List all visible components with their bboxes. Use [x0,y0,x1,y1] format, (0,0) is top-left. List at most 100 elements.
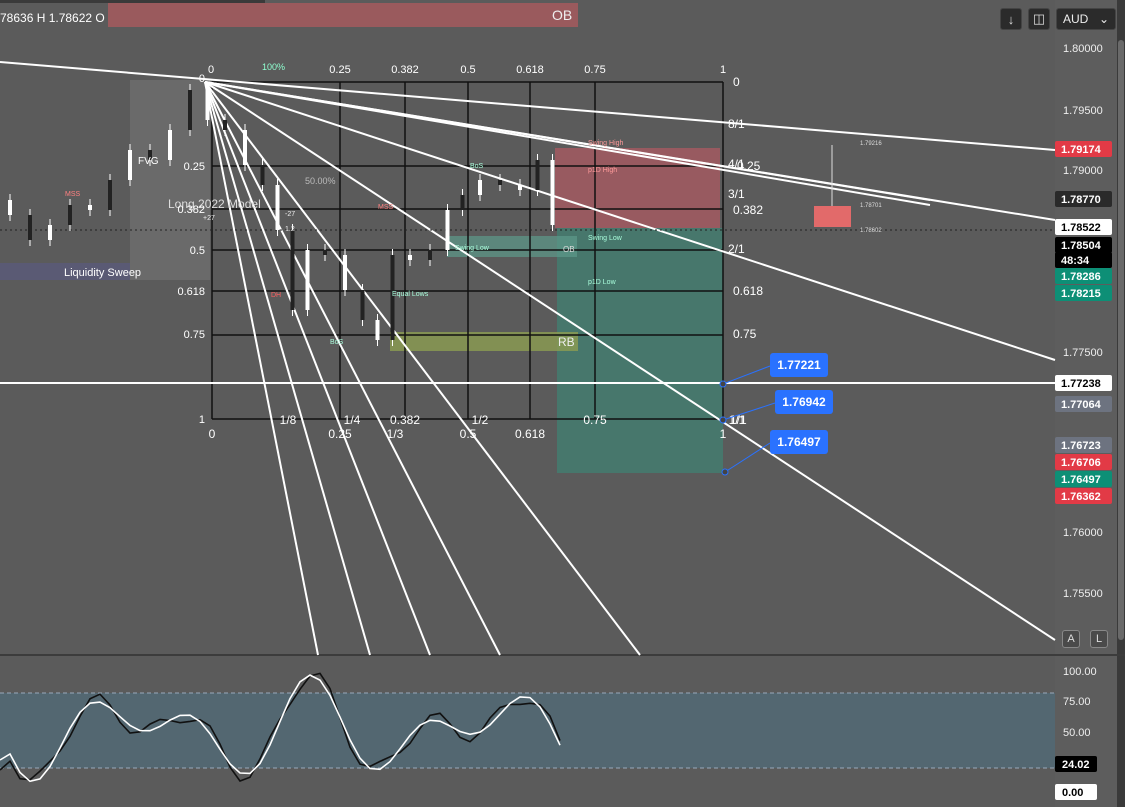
scrollbar-thumb [1118,40,1124,640]
candle-body [305,250,310,310]
fib-bottom-label: 0.618 [515,427,545,441]
mini-value: 1.79216 [860,141,882,147]
price-tag: 1.77064 [1061,399,1102,411]
candle-body [343,255,347,290]
mini-value: 1.78701 [860,203,882,209]
target-zone [557,228,723,473]
price-tag: 1.79174 [1061,144,1102,156]
candle-body [460,195,465,210]
osc-tag: 24.02 [1062,759,1090,771]
fib-bottom-label: 1/4 [344,413,361,427]
pct-100-label: 100% [262,62,285,72]
fib-left-label: 0.5 [190,245,205,257]
auto-scale-button[interactable]: A [1062,630,1080,648]
fib-top-label: 1 [720,64,726,76]
callout-anchor [719,416,727,424]
price-tag: 1.78504 [1061,240,1102,252]
candle-body [223,120,227,130]
candle-body [8,200,12,215]
price-tag: 1.76362 [1061,491,1101,503]
top-strip [0,0,265,3]
fib-left-label: 0.382 [177,204,205,216]
price-axis-label: 1.75500 [1063,588,1103,600]
price-axis-label: 1.76000 [1063,527,1103,539]
candle-body [408,255,412,260]
camera-icon[interactable]: ◫ [1028,8,1050,30]
fib-right-label: 2/1 [728,242,745,256]
candle-body [88,205,92,210]
osc-axis-label: 75.00 [1063,696,1091,708]
stop-zone [555,148,720,228]
candle-body [428,250,432,260]
osc-axis-label: 50.00 [1063,727,1091,739]
price-tag: 1.78215 [1061,288,1101,300]
small-annotation: 1.2 [285,226,295,233]
small-annotation: p1D Low [588,279,617,286]
price-tag: 1.78286 [1061,271,1101,283]
chart-toolbar: ↓ ◫ AUD ⌄ [1000,8,1116,30]
fib-bottom-label: 1/3 [387,427,404,441]
fib-bottom-label: 1/2 [472,413,489,427]
price-tag: 1.76497 [1061,474,1101,486]
candle-body [445,210,450,250]
fib-left-label: 0 [199,73,205,85]
fib-right-label: 8/1 [728,117,745,131]
candle-body [68,205,72,225]
price-tag: 1.76706 [1061,457,1101,469]
candle-body [478,180,482,195]
price-tag: 48:34 [1061,255,1090,267]
arrow-down-icon[interactable]: ↓ [1000,8,1022,30]
candle-body [360,290,365,320]
candle-body [168,130,172,160]
small-annotation: -27 [285,211,295,218]
fib-top-zero: 0 [208,64,214,76]
candle-body [535,160,540,190]
price-axis-label: 1.80000 [1063,43,1103,55]
candle-body [48,225,52,240]
fib-bottom-label: 0.382 [390,413,420,427]
callout-anchor [719,380,727,388]
candle-body [550,160,555,225]
small-annotation: MSS [378,204,394,211]
log-scale-button[interactable]: L [1090,630,1108,648]
fib-top-label: 0.25 [329,64,350,76]
currency-label: AUD [1063,12,1089,26]
fib-bottom-label: 0.75 [583,413,607,427]
small-annotation: Swing Low [588,235,623,242]
pct-50-label: 50.00% [305,176,336,186]
fib-left-label: 0.618 [177,286,205,298]
small-annotation: +27 [203,215,215,222]
fib-bottom-label: 1 [720,427,727,441]
fib-top-label: 0.75 [584,64,605,76]
callout-label: 1.76942 [782,395,826,409]
mini-value: 1.78602 [860,228,882,234]
fvg-label: FVG [138,156,159,167]
fib-right-label: 0.618 [733,284,763,298]
currency-select[interactable]: AUD ⌄ [1056,8,1116,30]
fib-left-label: 0.25 [184,161,205,173]
fib-bottom-label: 0.25 [328,427,352,441]
rb-label: RB [558,335,575,349]
candle-body [128,150,132,180]
candle-body [205,90,210,120]
chart-canvas[interactable]: OBOBRBLong 2022 ModelLiquidity SweepFVG1… [0,0,1125,807]
candle-body [108,180,112,210]
candle-body [260,165,265,185]
fib-bottom-label: 0 [209,427,216,441]
callout-label: 1.77221 [777,358,821,372]
candle-body [375,320,380,340]
price-tag: 1.76723 [1061,440,1101,452]
price-tag: 1.78770 [1061,194,1101,206]
price-axis-label: 1.79000 [1063,165,1103,177]
ohlc-readout: 78636 H 1.78622 O [0,11,105,25]
price-axis-label: 1.77500 [1063,347,1103,359]
candle-body [243,130,247,165]
small-annotation: MSS [65,191,81,198]
chevron-down-icon: ⌄ [1098,12,1109,26]
price-tag: 1.78522 [1061,222,1101,234]
candle-body [290,230,295,310]
small-annotation: Swing High [588,140,624,147]
ob-label-mid: OB [563,245,575,254]
candle-body [323,250,327,255]
candle-body [28,215,32,240]
